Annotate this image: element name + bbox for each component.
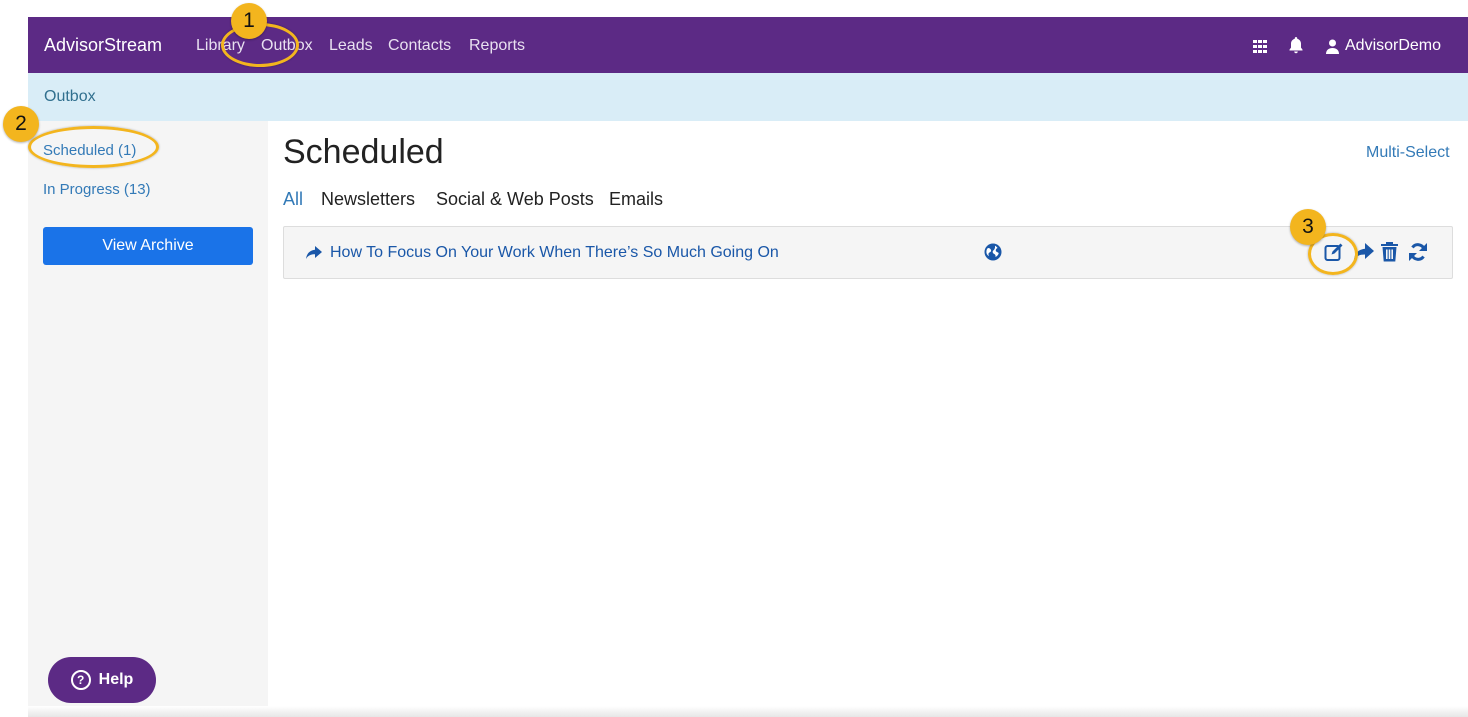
window-bottom-edge	[28, 706, 1468, 717]
user-menu[interactable]: AdvisorDemo	[1326, 37, 1441, 55]
help-label: Help	[98, 671, 134, 688]
share-arrow-icon	[306, 246, 322, 259]
user-icon	[1326, 39, 1339, 54]
trash-icon[interactable]	[1381, 242, 1398, 262]
tab-emails[interactable]: Emails	[609, 189, 663, 210]
refresh-icon[interactable]	[1408, 242, 1428, 262]
app-window: AdvisorStream Library Outbox Leads Conta…	[28, 17, 1468, 717]
globe-icon	[984, 243, 1002, 261]
step-badge-1: 1	[231, 3, 267, 39]
tab-newsletters[interactable]: Newsletters	[321, 189, 415, 210]
highlight-ring-scheduled	[28, 126, 159, 168]
apps-grid-icon[interactable]	[1252, 38, 1268, 54]
nav-leads[interactable]: Leads	[329, 37, 373, 55]
tab-social-web-posts[interactable]: Social & Web Posts	[436, 189, 594, 210]
view-archive-button[interactable]: View Archive	[43, 227, 253, 265]
sidebar: Scheduled (1) In Progress (13) View Arch…	[28, 121, 268, 717]
breadcrumb-outbox[interactable]: Outbox	[44, 88, 96, 106]
nav-reports[interactable]: Reports	[469, 37, 525, 55]
step-badge-2: 2	[3, 106, 39, 142]
help-button[interactable]: ? Help	[48, 657, 156, 703]
multi-select-link[interactable]: Multi-Select	[1366, 144, 1450, 162]
brand-logo[interactable]: AdvisorStream	[44, 35, 162, 56]
breadcrumb: Outbox	[28, 73, 1468, 121]
step-badge-3: 3	[1290, 209, 1326, 245]
bell-icon[interactable]	[1288, 36, 1304, 54]
user-name: AdvisorDemo	[1345, 37, 1442, 54]
tab-all[interactable]: All	[283, 189, 303, 210]
nav-contacts[interactable]: Contacts	[388, 37, 451, 55]
scheduled-item-title[interactable]: How To Focus On Your Work When There’s S…	[306, 244, 779, 262]
sidebar-item-in-progress[interactable]: In Progress (13)	[43, 181, 151, 198]
scheduled-item-row: How To Focus On Your Work When There’s S…	[283, 226, 1453, 279]
page-title: Scheduled	[283, 133, 444, 171]
scheduled-item-title-text: How To Focus On Your Work When There’s S…	[330, 244, 779, 261]
question-icon: ?	[70, 670, 91, 690]
